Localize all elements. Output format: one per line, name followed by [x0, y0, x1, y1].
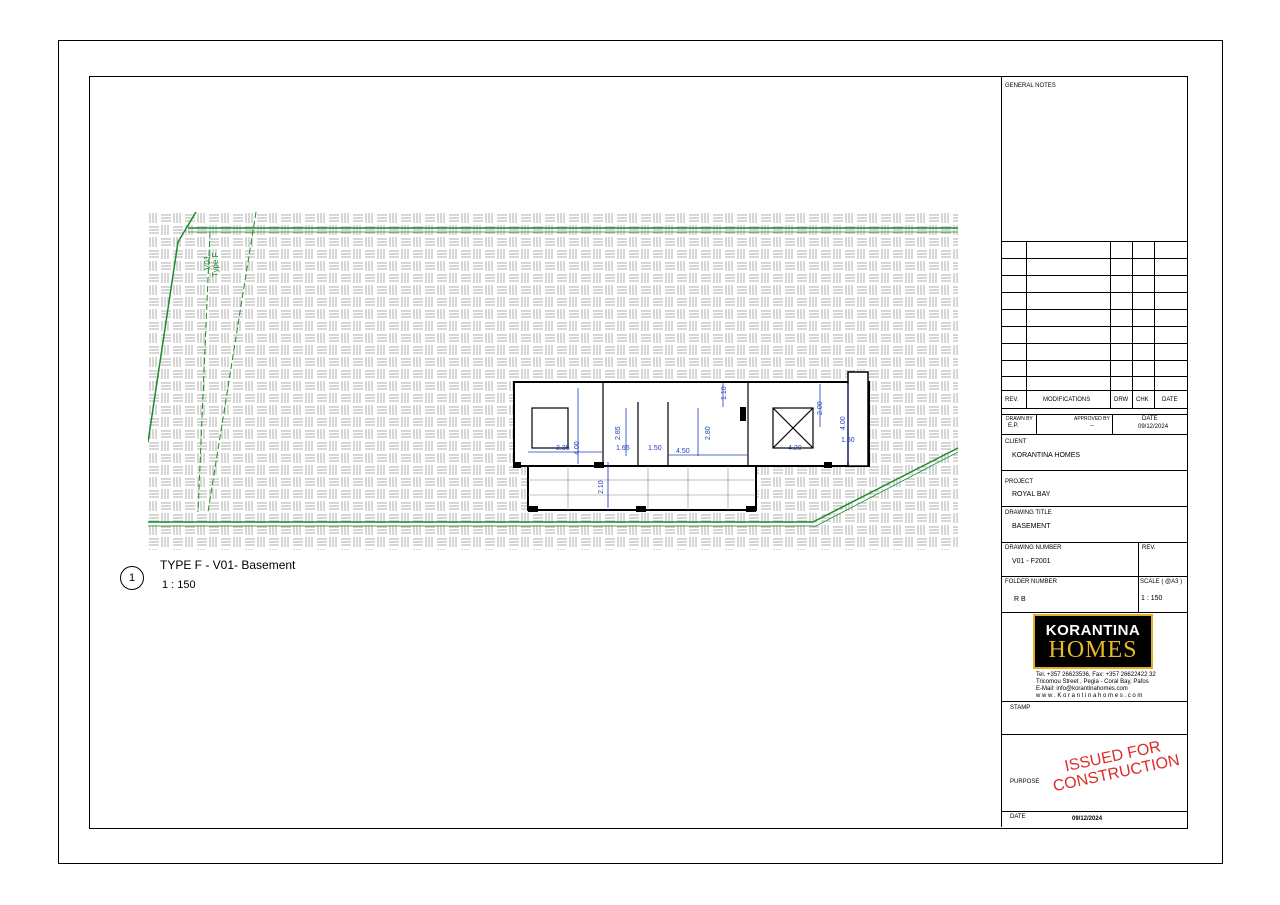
company-email: E-Mail: info@korantinahomes.com	[1036, 686, 1128, 692]
chk-header: CHK	[1136, 397, 1149, 403]
dim-label: 2.00	[817, 401, 824, 415]
grid-label: Type F	[211, 252, 220, 277]
date-footer-value: 09/12/2024	[1072, 816, 1103, 822]
dim-label: 1.60	[841, 437, 855, 444]
company-address: Tricomou Street , Pegia - Coral Bay, Paf…	[1036, 679, 1149, 685]
date-value: 09/12/2024	[1138, 424, 1169, 430]
view-number: 1	[120, 566, 144, 590]
client-label: CLIENT	[1005, 439, 1027, 445]
company-logo: KORANTINA HOMES	[1033, 614, 1153, 669]
rev-header: REV.	[1005, 397, 1019, 403]
dim-label: 2.80	[705, 426, 712, 440]
dim-label: 1.50	[648, 445, 662, 452]
folder-number-value: R B	[1014, 596, 1026, 603]
view-scale: 1 : 150	[162, 579, 196, 591]
client-value: KORANTINA HOMES	[1012, 452, 1081, 459]
date-header: DATE	[1162, 397, 1178, 403]
floor-plan-drawing: 3.35 2.85 1.65 1.50 2.80 4.50 4.00 1.10 …	[148, 212, 959, 550]
drawing-number-label: DRAWING NUMBER	[1005, 545, 1062, 551]
dim-label: 3.35	[556, 445, 570, 452]
drawing-number-value: V01 - F2001	[1012, 558, 1051, 565]
drawing-title-label: DRAWING TITLE	[1005, 510, 1052, 516]
dim-label: 4.20	[788, 445, 802, 452]
project-value: ROYAL BAY	[1012, 491, 1051, 498]
scale-label: SCALE ( @A3 )	[1140, 579, 1183, 585]
modifications-header: MODIFICATIONS	[1043, 397, 1091, 403]
dim-label: 2.10	[598, 480, 605, 494]
purpose-label: PURPOSE	[1010, 779, 1040, 785]
dim-label: 2.85	[615, 426, 622, 440]
project-label: PROJECT	[1005, 479, 1034, 485]
drw-header: DRW	[1114, 397, 1129, 403]
approved-by-value: --	[1090, 423, 1094, 429]
drawn-by-value: E.P.	[1008, 423, 1019, 429]
drawn-by-label: DRAWN BY	[1006, 416, 1033, 422]
view-title: TYPE F - V01- Basement	[160, 558, 296, 572]
dim-label: 1.10	[721, 386, 728, 400]
scale-value: 1 : 150	[1141, 595, 1163, 602]
company-web: w w w . K o r a n t i n a h o m e s . c …	[1036, 693, 1143, 699]
folder-number-label: FOLDER NUMBER	[1005, 579, 1058, 585]
rev-label: REV.	[1142, 545, 1156, 551]
logo-line-2: HOMES	[1048, 637, 1138, 663]
stamp-label: STAMP	[1010, 705, 1031, 711]
dim-label: 4.00	[574, 441, 581, 455]
approved-by-label: APPROVED BY	[1074, 416, 1110, 422]
company-tel: Tel. +357 26623536, Fax: +357 26622422 3…	[1036, 672, 1156, 678]
dim-label: 1.65	[616, 445, 630, 452]
title-block: GENERAL NOTES REV. MODIFICATIONS DRW CHK…	[1001, 76, 1187, 827]
dim-label: 4.50	[676, 448, 690, 455]
drawing-title-value: BASEMENT	[1012, 523, 1051, 530]
date-label: DATE	[1142, 416, 1158, 422]
general-notes-label: GENERAL NOTES	[1005, 83, 1056, 89]
dim-label: 4.00	[840, 416, 847, 430]
date-footer-label: DATE	[1010, 814, 1026, 820]
